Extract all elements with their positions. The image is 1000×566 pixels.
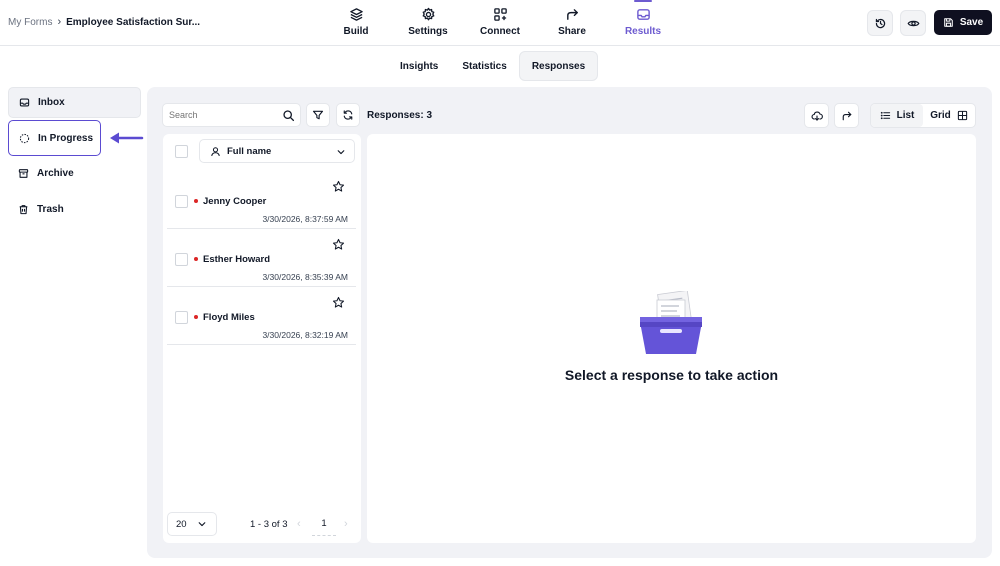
response-detail: Select a response to take action (367, 134, 976, 543)
sidebar-item-label: Inbox (38, 97, 65, 108)
view-list-label: List (896, 110, 915, 121)
chevron-down-icon (198, 522, 205, 527)
tab-share[interactable]: Share (541, 7, 603, 41)
save-label: Save (959, 17, 984, 28)
tab-build[interactable]: Build (325, 7, 387, 41)
list-item[interactable]: Esther Howard 3/30/2026, 8:35:39 AM (167, 229, 356, 287)
archive-box-illustration (640, 291, 702, 354)
grid-icon (957, 110, 967, 121)
respondent-name: Esther Howard (203, 254, 271, 265)
refresh-icon (343, 110, 353, 120)
respondent-name: Jenny Cooper (203, 196, 267, 207)
sidebar-item-label: Archive (37, 168, 74, 179)
top-bar: My Forms › Employee Satisfaction Sur... … (0, 0, 1000, 46)
list-item[interactable]: Floyd Miles 3/30/2026, 8:32:19 AM (167, 287, 356, 345)
view-grid-label: Grid (930, 110, 951, 121)
per-page-value: 20 (176, 518, 187, 530)
chevron-down-icon (337, 150, 345, 155)
gear-icon (422, 7, 434, 21)
tab-build-label: Build (343, 26, 369, 37)
share-arrow-icon (842, 111, 851, 120)
results-subtabs: Insights Statistics Responses (388, 51, 599, 81)
per-page-select[interactable]: 20 (167, 512, 217, 536)
inbox-icon (636, 9, 650, 20)
save-icon (944, 18, 953, 27)
response-date: 3/30/2026, 8:37:59 AM (262, 214, 348, 224)
list-item[interactable]: Jenny Cooper 3/30/2026, 8:37:59 AM (167, 171, 356, 229)
cloud-download-icon (811, 111, 823, 121)
sidebar-item-in-progress[interactable]: In Progress (8, 120, 101, 156)
refresh-button[interactable] (336, 103, 360, 127)
page-range: 1 - 3 of 3 (250, 519, 288, 530)
page-number[interactable]: 1 (312, 512, 336, 536)
tab-statistics[interactable]: Statistics (450, 51, 518, 81)
tab-share-label: Share (558, 26, 586, 37)
sidebar-item-trash[interactable]: Trash (8, 194, 141, 225)
history-icon (875, 18, 885, 28)
layers-icon (349, 8, 363, 21)
eye-icon (907, 20, 919, 26)
unread-dot (194, 199, 198, 203)
tab-settings-label: Settings (408, 26, 448, 37)
sidebar-item-archive[interactable]: Archive (8, 158, 141, 189)
sort-label: Full name (227, 145, 272, 157)
tab-insights[interactable]: Insights (388, 51, 450, 81)
response-date: 3/30/2026, 8:32:19 AM (262, 330, 348, 340)
search-input[interactable] (169, 110, 279, 120)
tab-results[interactable]: Results (612, 0, 674, 41)
breadcrumb-form-title: Employee Satisfaction Sur... (66, 16, 201, 28)
filter-icon (312, 110, 324, 120)
star-icon[interactable] (332, 238, 345, 251)
forward-button[interactable] (834, 103, 859, 128)
inbox-icon (19, 98, 30, 107)
view-list-button[interactable]: List (871, 104, 923, 127)
breadcrumb-my-forms[interactable]: My Forms (8, 17, 52, 28)
sidebar-item-label: In Progress (38, 132, 94, 144)
breadcrumb: My Forms › Employee Satisfaction Sur... (8, 16, 200, 28)
archive-icon (18, 169, 29, 178)
pointer-arrow-icon (110, 132, 144, 144)
response-date: 3/30/2026, 8:35:39 AM (262, 272, 348, 282)
tab-connect[interactable]: Connect (469, 7, 531, 41)
prev-page-button[interactable]: ‹ (297, 518, 301, 530)
history-button[interactable] (867, 10, 893, 36)
sidebar-item-inbox[interactable]: Inbox (8, 87, 141, 118)
list-icon (880, 111, 890, 120)
tab-responses[interactable]: Responses (518, 51, 599, 81)
respondent-name: Floyd Miles (203, 312, 255, 323)
tab-settings[interactable]: Settings (397, 7, 459, 41)
filter-button[interactable] (306, 103, 330, 127)
view-grid-button[interactable]: Grid (923, 104, 975, 127)
unread-dot (194, 257, 198, 261)
pagination: 20 1 - 3 of 3 ‹ 1 › (167, 512, 357, 537)
breadcrumb-separator: › (57, 16, 62, 28)
next-page-button[interactable]: › (344, 518, 348, 530)
user-icon (211, 146, 220, 156)
connect-icon (493, 8, 507, 21)
search-box[interactable] (162, 103, 301, 127)
sort-dropdown[interactable]: Full name (199, 139, 355, 163)
empty-state-message: Select a response to take action (564, 367, 779, 383)
save-button[interactable]: Save (934, 10, 992, 35)
select-all-checkbox[interactable] (175, 145, 188, 158)
sidebar-item-label: Trash (37, 204, 64, 215)
unread-dot (194, 315, 198, 319)
trash-icon (19, 205, 28, 215)
star-icon[interactable] (332, 180, 345, 193)
tab-results-label: Results (624, 26, 662, 37)
preview-button[interactable] (900, 10, 926, 36)
response-list: Full name Jenny Cooper 3/30/2026, 8:37:5… (163, 134, 361, 543)
dashed-circle-icon (19, 133, 30, 143)
share-arrow-icon (566, 9, 578, 20)
row-checkbox[interactable] (175, 253, 188, 266)
row-checkbox[interactable] (175, 311, 188, 324)
view-toggle: List Grid (870, 103, 976, 128)
tab-connect-label: Connect (480, 26, 520, 37)
responses-count: Responses: 3 (367, 110, 433, 121)
download-button[interactable] (804, 103, 829, 128)
star-icon[interactable] (332, 296, 345, 309)
row-checkbox[interactable] (175, 195, 188, 208)
search-icon[interactable] (282, 109, 295, 122)
